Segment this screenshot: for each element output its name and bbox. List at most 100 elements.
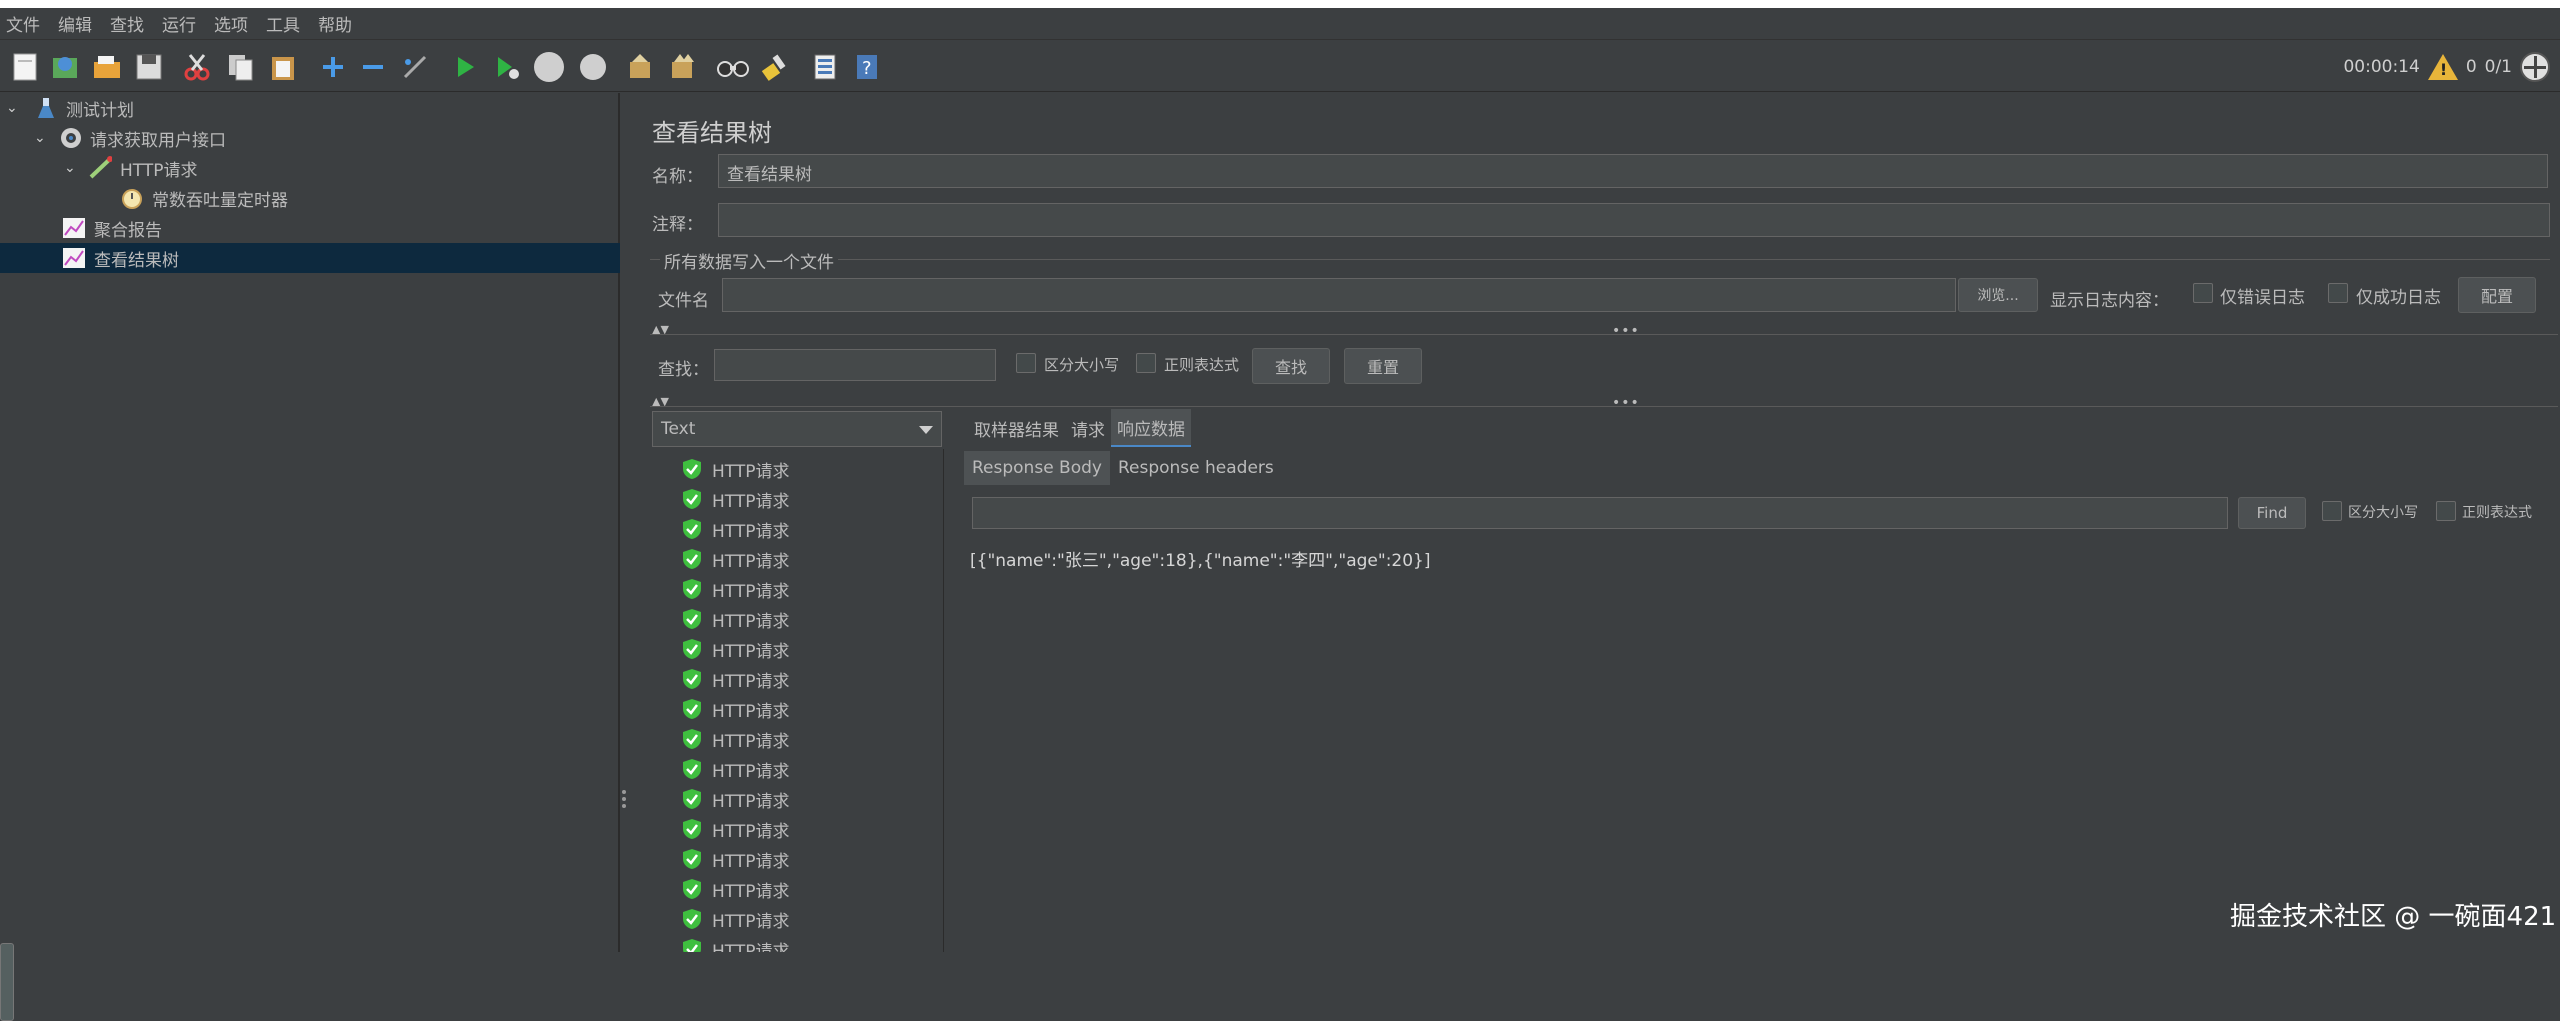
response-regex-checkbox[interactable] — [2436, 501, 2456, 521]
reset-search-icon[interactable] — [758, 50, 792, 84]
tree-item-view-results-tree[interactable]: 查看结果树 — [0, 243, 620, 273]
tab-request[interactable]: 请求 — [1065, 409, 1111, 447]
menu-bar: 文件 编辑 查找 运行 选项 工具 帮助 — [0, 8, 2560, 40]
list-item[interactable]: HTTP请求 — [682, 934, 790, 952]
tab-sampler-result[interactable]: 取样器结果 — [968, 409, 1065, 447]
chevron-down-icon[interactable]: ⌄ — [34, 130, 50, 146]
errors-only-checkbox[interactable] — [2193, 283, 2213, 303]
watermark: 掘金技术社区 @ 一碗面421 — [2230, 902, 2557, 932]
search-label: 查找： — [658, 360, 709, 380]
clear-all-icon[interactable] — [666, 50, 700, 84]
tree-label: 聚合报告 — [94, 220, 162, 241]
list-item[interactable]: HTTP请求 — [682, 544, 790, 574]
menu-options[interactable]: 选项 — [214, 11, 248, 36]
find-button[interactable]: 查找 — [1252, 348, 1330, 384]
memory-gauge — [0, 943, 14, 1021]
list-item-label: HTTP请求 — [712, 701, 790, 722]
response-body-text: [{"name":"张三","age":18},{"name":"李四","ag… — [970, 551, 1431, 571]
help-icon[interactable]: ? — [850, 50, 884, 84]
list-item[interactable]: HTTP请求 — [682, 904, 790, 934]
list-item[interactable]: HTTP请求 — [682, 754, 790, 784]
tab-response-data[interactable]: 响应数据 — [1111, 409, 1191, 447]
menu-run[interactable]: 运行 — [162, 11, 196, 36]
list-item[interactable]: HTTP请求 — [682, 484, 790, 514]
menu-search[interactable]: 查找 — [110, 11, 144, 36]
browse-button[interactable]: 浏览... — [1958, 278, 2038, 312]
case-sensitive-checkbox[interactable] — [1016, 353, 1036, 373]
tab-response-headers[interactable]: Response headers — [1110, 451, 1282, 485]
tree-item-http-request[interactable]: ⌄ HTTP请求 — [64, 153, 198, 183]
filename-field[interactable] — [722, 278, 1956, 312]
list-item[interactable]: HTTP请求 — [682, 574, 790, 604]
menu-tools[interactable]: 工具 — [266, 11, 300, 36]
copy-icon[interactable] — [224, 50, 258, 84]
list-item[interactable]: HTTP请求 — [682, 604, 790, 634]
tree-item-timer[interactable]: 常数吞吐量定时器 — [120, 183, 288, 213]
shutdown-icon[interactable] — [576, 50, 610, 84]
search-icon[interactable] — [716, 50, 750, 84]
templates-icon[interactable] — [48, 50, 82, 84]
search-input[interactable] — [714, 349, 996, 381]
function-helper-icon[interactable] — [808, 50, 842, 84]
log-display-label: 显示日志内容： — [2050, 291, 2169, 311]
tree-item-thread-group[interactable]: ⌄ 请求获取用户接口 — [34, 123, 226, 153]
new-icon[interactable] — [8, 50, 42, 84]
name-field[interactable]: 查看结果树 — [718, 154, 2548, 188]
success-shield-icon — [683, 909, 701, 929]
response-find-button[interactable]: Find — [2238, 497, 2306, 529]
list-item[interactable]: HTTP请求 — [682, 634, 790, 664]
remote-globe-icon[interactable] — [2520, 52, 2550, 82]
list-item[interactable]: HTTP请求 — [682, 694, 790, 724]
warning-icon[interactable] — [2427, 54, 2458, 80]
response-case-label: 区分大小写 — [2348, 505, 2418, 521]
expand-icon[interactable] — [316, 50, 350, 84]
menu-file[interactable]: 文件 — [6, 11, 40, 36]
comment-field[interactable] — [718, 203, 2550, 237]
configure-button[interactable]: 配置 — [2458, 277, 2536, 313]
start-icon[interactable] — [448, 50, 482, 84]
tree-item-aggregate-report[interactable]: 聚合报告 — [62, 213, 162, 243]
cut-icon[interactable] — [180, 50, 214, 84]
reset-button[interactable]: 重置 — [1344, 348, 1422, 384]
clear-icon[interactable] — [624, 50, 658, 84]
list-item[interactable]: HTTP请求 — [682, 814, 790, 844]
toolbar: ? 00:00:14 0 0/1 — [0, 40, 2560, 92]
list-item[interactable]: HTTP请求 — [682, 874, 790, 904]
menu-edit[interactable]: 编辑 — [58, 11, 92, 36]
chevron-down-icon[interactable]: ⌄ — [6, 100, 22, 116]
toggle-icon[interactable] — [398, 50, 432, 84]
paste-icon[interactable] — [266, 50, 300, 84]
sample-result-list[interactable]: HTTP请求 HTTP请求 HTTP请求 HTTP请求 HTTP请求 HTTP请求 HTTP… — [652, 449, 944, 952]
svg-text:?: ? — [862, 58, 872, 79]
splitter-bar[interactable]: ▲▼ ••• — [652, 323, 2560, 339]
list-item[interactable]: HTTP请求 — [682, 454, 790, 484]
menu-help[interactable]: 帮助 — [318, 11, 352, 36]
save-icon[interactable] — [132, 50, 166, 84]
chevron-down-icon[interactable]: ⌄ — [64, 160, 80, 176]
tree-label: 查看结果树 — [94, 250, 179, 271]
success-shield-icon — [683, 459, 701, 479]
stop-icon[interactable] — [532, 50, 566, 84]
list-item[interactable]: HTTP请求 — [682, 844, 790, 874]
start-no-timers-icon[interactable] — [490, 50, 524, 84]
list-item[interactable]: HTTP请求 — [682, 784, 790, 814]
list-item-label: HTTP请求 — [712, 911, 790, 932]
list-item[interactable]: HTTP请求 — [682, 724, 790, 754]
response-search-input[interactable] — [972, 497, 2228, 529]
result-tabs: 取样器结果 请求 响应数据 — [968, 409, 1191, 447]
renderer-select[interactable]: Text — [652, 411, 942, 447]
split-pane-handle[interactable] — [622, 790, 626, 808]
response-case-checkbox[interactable] — [2322, 501, 2342, 521]
list-item[interactable]: HTTP请求 — [682, 664, 790, 694]
thread-count: 0/1 — [2484, 57, 2512, 77]
elapsed-time: 00:00:14 — [2343, 57, 2420, 77]
splitter-bar[interactable]: ▲▼ ••• — [652, 395, 2560, 411]
response-subtabs: Response Body Response headers — [964, 451, 1282, 485]
tree-item-test-plan[interactable]: ⌄ 测试计划 — [6, 93, 134, 123]
success-only-checkbox[interactable] — [2328, 283, 2348, 303]
tab-response-body[interactable]: Response Body — [964, 451, 1110, 485]
regex-checkbox[interactable] — [1136, 353, 1156, 373]
open-icon[interactable] — [90, 50, 124, 84]
list-item[interactable]: HTTP请求 — [682, 514, 790, 544]
collapse-icon[interactable] — [356, 50, 390, 84]
